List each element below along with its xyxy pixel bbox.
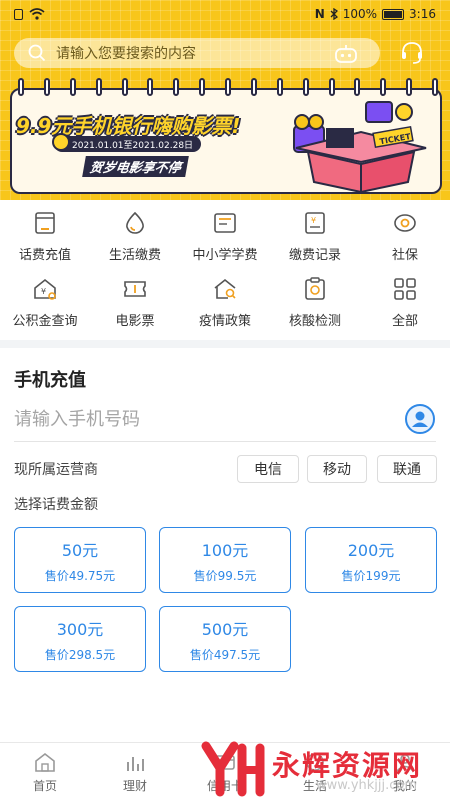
bottom-nav: 首页 理财 信用卡 生活 我的 <box>0 742 450 800</box>
nav-me[interactable]: 我的 <box>360 743 450 800</box>
service-label: 公积金查询 <box>12 314 78 329</box>
recharge-title: 手机充值 <box>14 370 86 391</box>
amount-option[interactable]: 50元 售价49.75元 <box>14 527 146 593</box>
alarm-clock-icon <box>52 133 70 151</box>
nav-wealth[interactable]: 理财 <box>90 743 180 800</box>
wifi-icon <box>29 8 45 20</box>
carrier-label: 现所属运营商 <box>14 462 98 478</box>
service-all[interactable]: 全部 <box>360 270 450 336</box>
house-fund-icon: ¥ <box>34 278 56 300</box>
book-icon <box>214 213 236 233</box>
service-nucleic-test[interactable]: 核酸检测 <box>270 270 360 336</box>
carrier-telecom-button[interactable]: 电信 <box>237 455 299 483</box>
clipboard-icon <box>305 277 325 300</box>
amount-price: 售价99.5元 <box>193 568 257 583</box>
service-phone-bill[interactable]: 话费充值 <box>0 204 90 270</box>
input-underline <box>14 441 436 442</box>
amount-label: 选择话费金额 <box>14 497 98 513</box>
amount-price: 售价298.5元 <box>44 647 116 662</box>
nav-home[interactable]: 首页 <box>0 743 90 800</box>
robot-icon[interactable] <box>334 44 358 64</box>
nav-life[interactable]: 生活 <box>270 743 360 800</box>
nav-label: 我的 <box>392 779 417 793</box>
search-bar[interactable]: 请输入您要搜索的内容 <box>14 38 380 68</box>
banner-date: 2021.01.01至2021.02.28日 <box>54 136 202 152</box>
service-label: 核酸检测 <box>288 314 341 329</box>
contact-picker-button[interactable] <box>405 404 435 434</box>
carrier-mobile-button[interactable]: 移动 <box>307 455 367 483</box>
service-label: 生活缴费 <box>108 248 161 263</box>
amount-price: 售价49.75元 <box>44 568 116 583</box>
sim-card-icon <box>14 8 23 20</box>
service-social-security[interactable]: 社保 <box>360 204 450 270</box>
home-icon <box>35 752 55 772</box>
amount-price: 售价497.5元 <box>189 647 261 662</box>
nav-label: 理财 <box>122 779 147 793</box>
service-label: 全部 <box>391 314 418 329</box>
service-label: 缴费记录 <box>288 248 341 263</box>
headset-icon[interactable] <box>400 40 424 66</box>
amount-face-value: 500元 <box>201 619 249 639</box>
water-drop-icon <box>126 211 144 234</box>
life-icon <box>306 753 324 771</box>
service-label: 话费充值 <box>18 248 71 263</box>
social-security-icon <box>394 214 416 232</box>
service-grid: 话费充值 生活缴费 中小学学费 ¥ 缴费记录 社保 ¥ 公积金查询 电影票 疫情… <box>0 204 450 336</box>
amount-face-value: 300元 <box>56 619 104 639</box>
service-label: 中小学学费 <box>192 248 258 263</box>
service-label: 社保 <box>391 248 418 263</box>
receipt-icon: ¥ <box>305 212 325 234</box>
chart-icon <box>127 757 144 771</box>
amount-option[interactable]: 500元 售价497.5元 <box>159 606 291 672</box>
search-icon <box>28 44 46 62</box>
banner-subtitle: 贺岁电影享不停 <box>82 156 189 177</box>
credit-card-icon <box>215 755 235 770</box>
amount-face-value: 200元 <box>347 540 395 560</box>
nfc-icon: N <box>314 7 325 21</box>
battery-percent: 100% <box>342 7 378 21</box>
svg-text:¥: ¥ <box>311 216 316 225</box>
banner-title: 9.9元手机银行嗨购影票! <box>16 114 241 138</box>
ticket-icon <box>124 281 146 297</box>
amount-option[interactable]: 100元 售价99.5元 <box>159 527 291 593</box>
gift-box-icon: TICKET <box>293 101 427 194</box>
status-bar: N 100% 3:16 <box>0 0 450 28</box>
service-school-fees[interactable]: 中小学学费 <box>180 204 270 270</box>
nav-label: 首页 <box>32 779 57 793</box>
service-label: 电影票 <box>115 314 155 329</box>
search-placeholder: 请输入您要搜索的内容 <box>56 46 196 62</box>
phone-number-input[interactable] <box>14 404 374 434</box>
service-housing-fund[interactable]: ¥ 公积金查询 <box>0 270 90 336</box>
amount-option[interactable]: 200元 售价199元 <box>305 527 437 593</box>
svg-text:¥: ¥ <box>41 287 46 296</box>
carrier-unicom-button[interactable]: 联通 <box>377 455 437 483</box>
user-icon <box>396 754 414 772</box>
service-utilities[interactable]: 生活缴费 <box>90 204 180 270</box>
nav-credit-card[interactable]: 信用卡 <box>180 743 270 800</box>
amount-price: 售价199元 <box>341 568 401 583</box>
battery-icon <box>382 8 405 20</box>
contact-icon <box>412 411 428 427</box>
amount-face-value: 50元 <box>61 540 99 560</box>
phone-bill-icon <box>35 212 55 234</box>
bluetooth-icon <box>330 8 338 20</box>
service-payment-records[interactable]: ¥ 缴费记录 <box>270 204 360 270</box>
amount-option[interactable]: 300元 售价298.5元 <box>14 606 146 672</box>
service-movie-ticket[interactable]: 电影票 <box>90 270 180 336</box>
service-label: 疫情政策 <box>198 314 251 329</box>
house-search-icon <box>214 278 236 299</box>
nav-label: 信用卡 <box>206 779 243 793</box>
service-epidemic-policy[interactable]: 疫情政策 <box>180 270 270 336</box>
nav-label: 生活 <box>302 779 327 793</box>
section-divider <box>0 340 450 348</box>
header-area: N 100% 3:16 请输入您要搜索的内容 9.9元手机银行嗨购影票! 202… <box>0 0 450 200</box>
clock-time: 3:16 <box>409 7 436 21</box>
amount-face-value: 100元 <box>201 540 249 560</box>
grid-icon <box>394 278 416 300</box>
